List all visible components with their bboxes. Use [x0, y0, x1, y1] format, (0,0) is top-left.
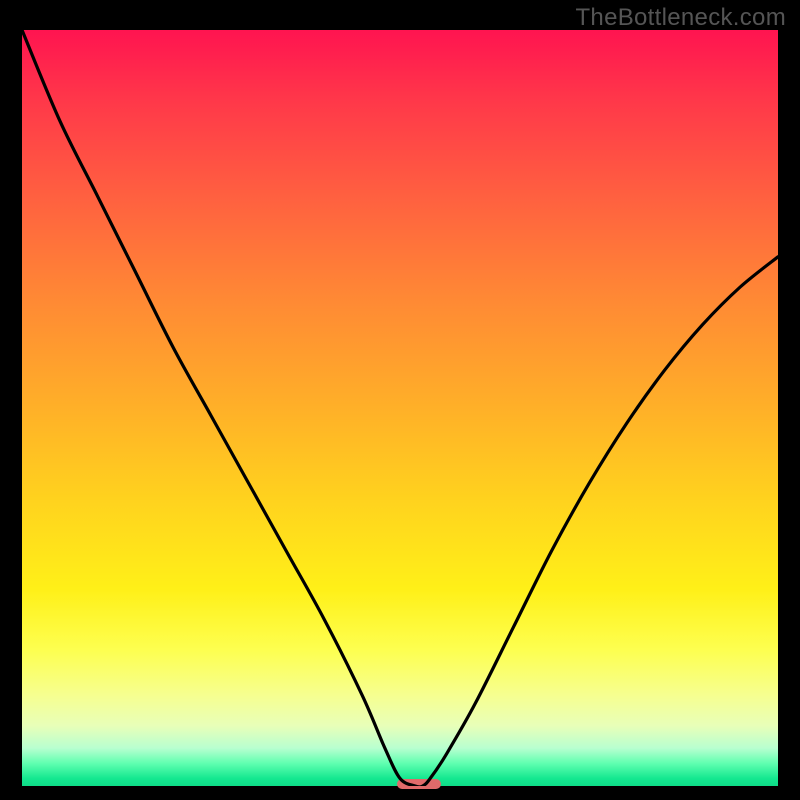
curve-line [22, 30, 778, 786]
plot-area [22, 30, 778, 786]
chart-frame: TheBottleneck.com [0, 0, 800, 800]
watermark-text: TheBottleneck.com [575, 4, 786, 32]
curve-svg [22, 30, 778, 786]
